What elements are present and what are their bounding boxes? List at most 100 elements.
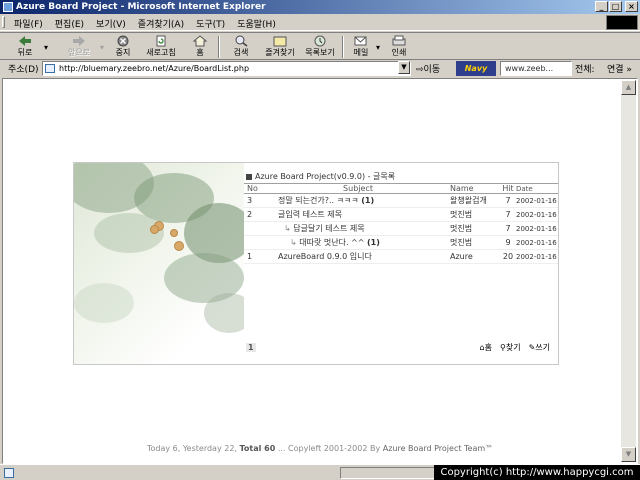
total-count: Total 60 xyxy=(239,444,276,453)
menu-file[interactable]: 파일(F) xyxy=(14,17,43,30)
minimize-button[interactable]: _ xyxy=(595,1,608,12)
refresh-icon xyxy=(156,35,166,47)
scroll-up-icon[interactable]: ▲ xyxy=(621,80,636,95)
toolbar-grip[interactable] xyxy=(2,16,5,28)
search-scope[interactable]: 전체: xyxy=(575,62,595,75)
table-row: ↳ 답글달기 테스트 제목 멋진범 7 2002-01-16 xyxy=(244,221,558,236)
standard-toolbar: 뒤로 ▾ 앞으로 ▾ 중지 새로고침 홈 검색 즐겨찾기 목록보기 메일 ▾ 인… xyxy=(0,32,640,60)
ie-app-icon[interactable] xyxy=(3,2,13,12)
post-subject-link[interactable]: 답글달기 테스트 제목 xyxy=(293,224,364,233)
forward-button[interactable]: 앞으로 xyxy=(60,35,98,60)
maximize-button[interactable]: □ xyxy=(609,1,622,12)
post-subject-link[interactable]: 글입력 테스트 제목 xyxy=(278,210,342,219)
address-dropdown-button[interactable]: ▼ xyxy=(398,61,410,74)
post-author[interactable]: Azure xyxy=(450,249,500,264)
search-button[interactable]: 검색 xyxy=(226,35,256,60)
go-button[interactable]: ⇨이동 xyxy=(416,62,440,75)
post-author[interactable]: 멋진범 xyxy=(450,235,500,250)
post-list-table: No Subject Name Hit Date 3 정말 되는건가?.. ㅋㅋ… xyxy=(244,183,558,264)
status-bar: Copyright(c) http://www.happycgi.com xyxy=(0,464,640,480)
back-button[interactable]: 뒤로 xyxy=(8,35,42,60)
home-icon xyxy=(193,35,207,47)
history-button[interactable]: 목록보기 xyxy=(300,35,340,60)
home-link[interactable]: ⌂홈 xyxy=(480,342,492,353)
address-input[interactable]: http://bluemary.zeebro.net/Azure/BoardLi… xyxy=(42,61,411,76)
print-button[interactable]: 인쇄 xyxy=(386,35,412,60)
col-name: Name xyxy=(450,183,500,194)
post-no: 3 xyxy=(244,193,266,208)
post-date: 2002-01-16 xyxy=(516,235,558,250)
stop-icon xyxy=(117,35,129,47)
page-viewport: ▲ ▼ Azure Board Project(v0.9.0) - 글목록 No… xyxy=(2,78,638,464)
page-number[interactable]: 1 xyxy=(246,343,256,352)
mail-button[interactable]: 메일 xyxy=(348,35,374,60)
post-date: 2002-01-16 xyxy=(516,207,558,222)
arrow-right-icon xyxy=(73,36,85,46)
print-icon xyxy=(392,35,406,46)
stop-button[interactable]: 중지 xyxy=(110,35,136,60)
home-button[interactable]: 홈 xyxy=(188,35,212,60)
menu-view[interactable]: 보기(V) xyxy=(96,17,126,30)
menu-bar: 파일(F) 편집(E) 보기(V) 즐겨찾기(A) 도구(T) 도움말(H) xyxy=(0,14,640,31)
page-icon xyxy=(45,64,55,73)
ie-throbber-logo xyxy=(606,15,638,30)
title-square-icon xyxy=(246,173,252,180)
table-row: 1 AzureBoard 0.9.0 입니다 Azure 20 2002-01-… xyxy=(244,249,558,264)
toolbar-separator xyxy=(342,36,344,58)
find-link[interactable]: ⚲찾기 xyxy=(500,342,521,353)
scroll-down-icon[interactable]: ▼ xyxy=(621,447,636,462)
window-controls: _ □ × xyxy=(595,1,638,12)
menu-tools[interactable]: 도구(T) xyxy=(196,17,225,30)
reply-arrow-icon: ↳ xyxy=(284,224,291,233)
toolbar-search-input[interactable]: www.zeeb... xyxy=(500,61,572,76)
mail-icon xyxy=(354,36,367,46)
navy-logo[interactable]: Navy xyxy=(456,61,496,76)
menu-favorites[interactable]: 즐겨찾기(A) xyxy=(138,17,184,30)
address-url: http://bluemary.zeebro.net/Azure/BoardLi… xyxy=(59,64,250,73)
post-no xyxy=(244,221,266,236)
post-subject-link[interactable]: 대따랏 멋난다. ^^ xyxy=(299,238,364,247)
table-row: ↳ 대따랏 멋난다. ^^ (1) 멋진범 9 2002-01-16 xyxy=(244,235,558,250)
comment-count[interactable]: (1) xyxy=(367,238,380,247)
post-no: 1 xyxy=(244,249,266,264)
arrow-left-icon xyxy=(19,36,31,46)
post-author[interactable]: 왈챙왈겁개 xyxy=(450,193,500,208)
post-subject-link[interactable]: 정말 되는건가?.. ㅋㅋㅋ xyxy=(278,196,359,205)
write-link[interactable]: ✎쓰기 xyxy=(529,342,550,353)
post-no: 2 xyxy=(244,207,266,222)
search-icon xyxy=(235,35,248,47)
tree-illustration xyxy=(74,163,244,364)
status-panel xyxy=(340,467,440,479)
go-arrow-icon: ⇨ xyxy=(416,65,424,75)
post-date: 2002-01-16 xyxy=(516,193,558,208)
page-status-icon xyxy=(4,468,14,478)
col-date: Date xyxy=(516,183,558,194)
team-link[interactable]: Azure Board Project Team™ xyxy=(383,444,493,453)
post-hits: 7 xyxy=(500,221,516,236)
favorites-icon xyxy=(273,36,287,47)
post-hits: 20 xyxy=(500,249,516,264)
board-actions: ⌂홈 ⚲찾기 ✎쓰기 xyxy=(480,342,550,353)
reply-arrow-icon: ↳ xyxy=(290,238,297,247)
post-subject-link[interactable]: AzureBoard 0.9.0 입니다 xyxy=(278,252,372,261)
menu-edit[interactable]: 편집(E) xyxy=(55,17,84,30)
table-row: 2 글입력 테스트 제목 멋진범 7 2002-01-16 xyxy=(244,207,558,222)
post-no xyxy=(244,235,266,250)
refresh-button[interactable]: 새로고침 xyxy=(142,35,180,60)
col-subject: Subject xyxy=(266,183,450,194)
post-hits: 9 xyxy=(500,235,516,250)
vertical-scrollbar[interactable]: ▲ ▼ xyxy=(621,80,636,462)
board-title: Azure Board Project(v0.9.0) - 글목록 xyxy=(246,171,395,182)
table-row: 3 정말 되는건가?.. ㅋㅋㅋ (1) 왈챙왈겁개 7 2002-01-16 xyxy=(244,193,558,208)
menu-help[interactable]: 도움말(H) xyxy=(237,17,276,30)
links-button[interactable]: 연결 » xyxy=(607,62,632,75)
comment-count[interactable]: (1) xyxy=(361,196,374,205)
close-button[interactable]: × xyxy=(625,1,638,12)
address-label: 주소(D) xyxy=(8,65,39,75)
address-bar: 주소(D) http://bluemary.zeebro.net/Azure/B… xyxy=(0,60,640,77)
post-author[interactable]: 멋진범 xyxy=(450,207,500,222)
post-author[interactable]: 멋진범 xyxy=(450,221,500,236)
favorites-button[interactable]: 즐겨찾기 xyxy=(260,35,300,60)
table-header: No Subject Name Hit Date xyxy=(244,183,558,194)
title-bar: Azure Board Project - Microsoft Internet… xyxy=(0,0,640,14)
